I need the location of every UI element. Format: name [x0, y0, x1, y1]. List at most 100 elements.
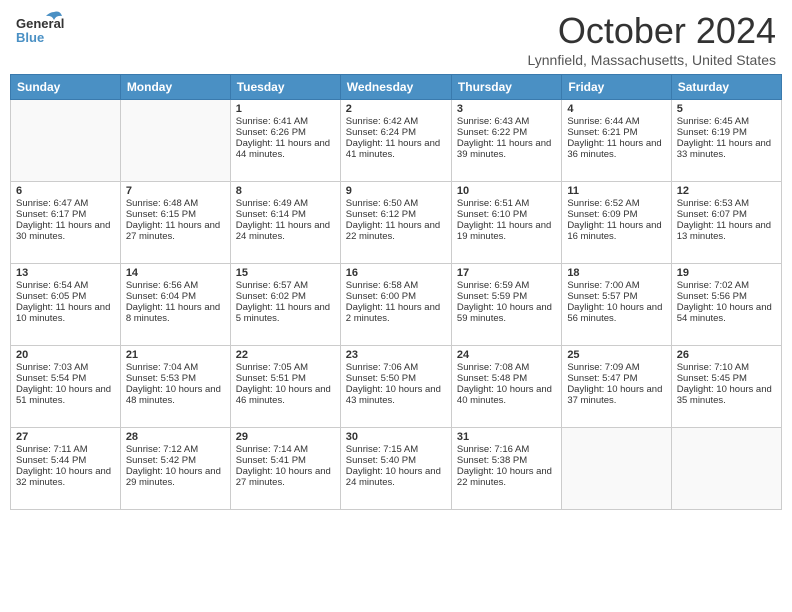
sunset-text: Sunset: 5:40 PM — [346, 455, 446, 466]
daylight-text: Daylight: 10 hours and 46 minutes. — [236, 384, 335, 406]
daylight-text: Daylight: 11 hours and 13 minutes. — [677, 220, 776, 242]
location-title: Lynnfield, Massachusetts, United States — [528, 52, 777, 68]
calendar-wrapper: SundayMondayTuesdayWednesdayThursdayFrid… — [0, 74, 792, 516]
sunset-text: Sunset: 6:15 PM — [126, 209, 225, 220]
calendar-cell: 31Sunrise: 7:16 AMSunset: 5:38 PMDayligh… — [451, 428, 561, 510]
daylight-text: Daylight: 10 hours and 35 minutes. — [677, 384, 776, 406]
calendar-cell — [562, 428, 671, 510]
sunrise-text: Sunrise: 7:11 AM — [16, 444, 115, 455]
day-of-week-header: SundayMondayTuesdayWednesdayThursdayFrid… — [11, 75, 782, 100]
day-number: 22 — [236, 349, 335, 361]
daylight-text: Daylight: 10 hours and 37 minutes. — [567, 384, 665, 406]
sunrise-text: Sunrise: 6:45 AM — [677, 116, 776, 127]
day-number: 25 — [567, 349, 665, 361]
sunset-text: Sunset: 6:21 PM — [567, 127, 665, 138]
sunrise-text: Sunrise: 6:51 AM — [457, 198, 556, 209]
day-number: 11 — [567, 185, 665, 197]
sunrise-text: Sunrise: 7:14 AM — [236, 444, 335, 455]
sunrise-text: Sunrise: 7:00 AM — [567, 280, 665, 291]
title-block: October 2024 Lynnfield, Massachusetts, U… — [528, 10, 777, 68]
day-number: 28 — [126, 431, 225, 443]
month-title: October 2024 — [528, 10, 777, 52]
daylight-text: Daylight: 10 hours and 27 minutes. — [236, 466, 335, 488]
daylight-text: Daylight: 11 hours and 33 minutes. — [677, 138, 776, 160]
daylight-text: Daylight: 10 hours and 56 minutes. — [567, 302, 665, 324]
day-number: 2 — [346, 103, 446, 115]
sunset-text: Sunset: 5:53 PM — [126, 373, 225, 384]
sunset-text: Sunset: 5:57 PM — [567, 291, 665, 302]
sunrise-text: Sunrise: 7:10 AM — [677, 362, 776, 373]
dow-cell: Thursday — [451, 75, 561, 100]
day-number: 18 — [567, 267, 665, 279]
sunrise-text: Sunrise: 6:56 AM — [126, 280, 225, 291]
calendar-cell — [120, 100, 230, 182]
day-number: 13 — [16, 267, 115, 279]
daylight-text: Daylight: 11 hours and 41 minutes. — [346, 138, 446, 160]
calendar-cell: 17Sunrise: 6:59 AMSunset: 5:59 PMDayligh… — [451, 264, 561, 346]
calendar-cell: 28Sunrise: 7:12 AMSunset: 5:42 PMDayligh… — [120, 428, 230, 510]
sunset-text: Sunset: 5:47 PM — [567, 373, 665, 384]
sunrise-text: Sunrise: 6:58 AM — [346, 280, 446, 291]
daylight-text: Daylight: 11 hours and 19 minutes. — [457, 220, 556, 242]
sunset-text: Sunset: 6:12 PM — [346, 209, 446, 220]
day-number: 8 — [236, 185, 335, 197]
sunset-text: Sunset: 6:24 PM — [346, 127, 446, 138]
day-number: 26 — [677, 349, 776, 361]
calendar-cell: 3Sunrise: 6:43 AMSunset: 6:22 PMDaylight… — [451, 100, 561, 182]
day-number: 27 — [16, 431, 115, 443]
calendar-cell — [11, 100, 121, 182]
day-number: 17 — [457, 267, 556, 279]
sunrise-text: Sunrise: 6:53 AM — [677, 198, 776, 209]
sunrise-text: Sunrise: 7:08 AM — [457, 362, 556, 373]
calendar-cell: 6Sunrise: 6:47 AMSunset: 6:17 PMDaylight… — [11, 182, 121, 264]
sunset-text: Sunset: 5:44 PM — [16, 455, 115, 466]
sunrise-text: Sunrise: 6:48 AM — [126, 198, 225, 209]
dow-cell: Wednesday — [340, 75, 451, 100]
calendar-row: 6Sunrise: 6:47 AMSunset: 6:17 PMDaylight… — [11, 182, 782, 264]
calendar-cell: 1Sunrise: 6:41 AMSunset: 6:26 PMDaylight… — [230, 100, 340, 182]
logo: General Blue — [16, 10, 64, 48]
day-number: 20 — [16, 349, 115, 361]
sunset-text: Sunset: 5:45 PM — [677, 373, 776, 384]
sunset-text: Sunset: 6:22 PM — [457, 127, 556, 138]
daylight-text: Daylight: 10 hours and 54 minutes. — [677, 302, 776, 324]
sunset-text: Sunset: 6:19 PM — [677, 127, 776, 138]
sunrise-text: Sunrise: 6:43 AM — [457, 116, 556, 127]
calendar-cell: 11Sunrise: 6:52 AMSunset: 6:09 PMDayligh… — [562, 182, 671, 264]
day-number: 16 — [346, 267, 446, 279]
calendar-cell: 10Sunrise: 6:51 AMSunset: 6:10 PMDayligh… — [451, 182, 561, 264]
sunrise-text: Sunrise: 7:04 AM — [126, 362, 225, 373]
calendar-row: 1Sunrise: 6:41 AMSunset: 6:26 PMDaylight… — [11, 100, 782, 182]
calendar-cell: 2Sunrise: 6:42 AMSunset: 6:24 PMDaylight… — [340, 100, 451, 182]
daylight-text: Daylight: 10 hours and 40 minutes. — [457, 384, 556, 406]
daylight-text: Daylight: 10 hours and 32 minutes. — [16, 466, 115, 488]
sunrise-text: Sunrise: 6:57 AM — [236, 280, 335, 291]
sunset-text: Sunset: 6:09 PM — [567, 209, 665, 220]
sunset-text: Sunset: 6:02 PM — [236, 291, 335, 302]
daylight-text: Daylight: 10 hours and 48 minutes. — [126, 384, 225, 406]
page: General Blue October 2024 Lynnfield, Mas… — [0, 0, 792, 612]
sunrise-text: Sunrise: 7:03 AM — [16, 362, 115, 373]
sunrise-text: Sunrise: 6:41 AM — [236, 116, 335, 127]
calendar-cell: 26Sunrise: 7:10 AMSunset: 5:45 PMDayligh… — [671, 346, 781, 428]
calendar-cell: 25Sunrise: 7:09 AMSunset: 5:47 PMDayligh… — [562, 346, 671, 428]
sunrise-text: Sunrise: 7:16 AM — [457, 444, 556, 455]
calendar-cell: 7Sunrise: 6:48 AMSunset: 6:15 PMDaylight… — [120, 182, 230, 264]
sunset-text: Sunset: 6:14 PM — [236, 209, 335, 220]
sunset-text: Sunset: 6:10 PM — [457, 209, 556, 220]
daylight-text: Daylight: 11 hours and 10 minutes. — [16, 302, 115, 324]
sunset-text: Sunset: 6:04 PM — [126, 291, 225, 302]
calendar-row: 27Sunrise: 7:11 AMSunset: 5:44 PMDayligh… — [11, 428, 782, 510]
calendar-cell: 22Sunrise: 7:05 AMSunset: 5:51 PMDayligh… — [230, 346, 340, 428]
calendar-cell: 19Sunrise: 7:02 AMSunset: 5:56 PMDayligh… — [671, 264, 781, 346]
daylight-text: Daylight: 10 hours and 43 minutes. — [346, 384, 446, 406]
calendar-cell: 4Sunrise: 6:44 AMSunset: 6:21 PMDaylight… — [562, 100, 671, 182]
calendar-row: 20Sunrise: 7:03 AMSunset: 5:54 PMDayligh… — [11, 346, 782, 428]
daylight-text: Daylight: 11 hours and 24 minutes. — [236, 220, 335, 242]
sunset-text: Sunset: 6:17 PM — [16, 209, 115, 220]
calendar-cell — [671, 428, 781, 510]
sunrise-text: Sunrise: 7:05 AM — [236, 362, 335, 373]
sunrise-text: Sunrise: 7:15 AM — [346, 444, 446, 455]
calendar-row: 13Sunrise: 6:54 AMSunset: 6:05 PMDayligh… — [11, 264, 782, 346]
day-number: 30 — [346, 431, 446, 443]
